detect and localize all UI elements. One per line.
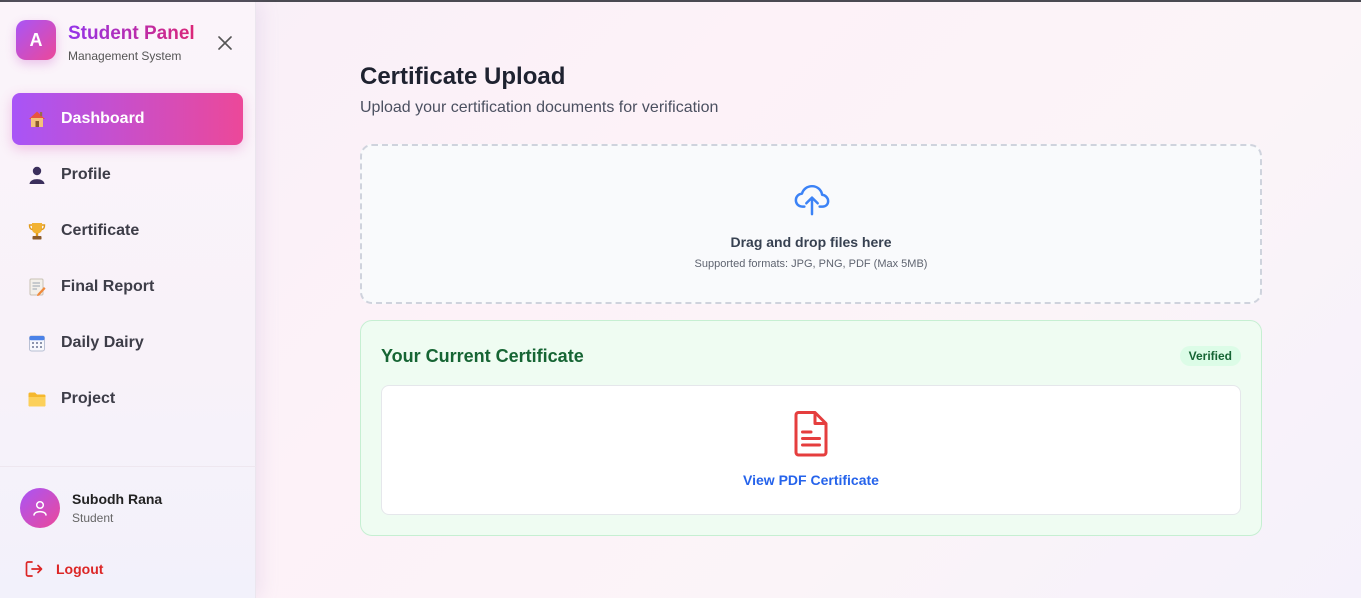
sidebar-item-project[interactable]: Project [12,373,243,425]
brand: A Student Panel Management System [16,20,246,64]
house-icon [26,108,48,130]
memo-icon [26,276,48,298]
certificate-title: Your Current Certificate [381,346,584,366]
user-role: Student [72,511,114,525]
person-icon [26,164,48,186]
sidebar-item-label: Dashboard [61,110,145,127]
sidebar-item-profile[interactable]: Profile [12,149,243,201]
brand-subtitle: Management System [68,49,182,63]
logout-label: Logout [56,561,104,577]
dropzone-hint: Supported formats: JPG, PNG, PDF (Max 5M… [694,258,928,270]
trophy-icon [26,220,48,242]
calendar-icon [26,332,48,354]
logout-icon [25,561,43,577]
view-pdf-link[interactable]: View PDF Certificate [382,472,1240,488]
current-certificate-card: Your Current Certificate Verified View P… [360,320,1262,536]
status-badge: Verified [1179,346,1241,366]
page-subtitle: Upload your certification documents for … [360,99,719,116]
sidebar-item-label: Daily Dairy [61,334,144,351]
file-dropzone[interactable]: Drag and drop files here Supported forma… [360,144,1262,304]
divider [0,466,256,467]
sidebar-item-label: Final Report [61,278,155,295]
avatar [20,488,60,528]
sidebar-item-daily-dairy[interactable]: Daily Dairy [12,317,243,369]
dropzone-title: Drag and drop files here [730,234,892,250]
logout-button[interactable]: Logout [24,558,103,580]
close-icon [218,36,232,50]
sidebar-item-label: Project [61,390,116,407]
pdf-file-icon [794,411,828,457]
sidebar-item-label: Certificate [61,222,140,239]
sidebar-item-certificate[interactable]: Certificate [12,205,243,257]
cloud-upload-icon [794,184,830,216]
certificate-preview: View PDF Certificate [381,385,1241,515]
sidebar-nav: Dashboard Profile Certificate Final Repo… [12,93,243,429]
sidebar: A Student Panel Management System Dashbo… [0,2,256,598]
sidebar-item-dashboard[interactable]: Dashboard [12,93,243,145]
brand-logo: A [16,20,56,60]
close-sidebar-button[interactable] [214,32,236,54]
brand-title: Student Panel [68,23,195,44]
user-icon [33,500,47,516]
sidebar-item-final-report[interactable]: Final Report [12,261,243,313]
page-title: Certificate Upload [360,63,566,90]
user-name: Subodh Rana [72,491,163,507]
sidebar-item-label: Profile [61,166,111,183]
folder-icon [26,388,48,410]
